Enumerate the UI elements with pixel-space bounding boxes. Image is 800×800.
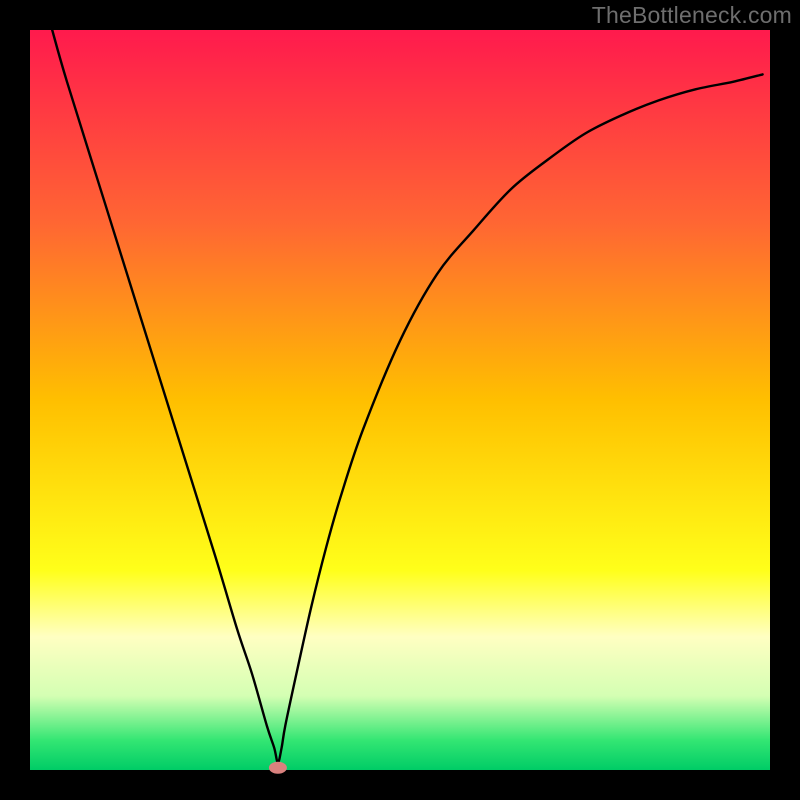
- watermark-text: TheBottleneck.com: [592, 2, 792, 29]
- chart-plot-area: [30, 30, 770, 770]
- chart-container: TheBottleneck.com: [0, 0, 800, 800]
- bottleneck-minimum-marker: [269, 762, 287, 774]
- bottleneck-chart: [0, 0, 800, 800]
